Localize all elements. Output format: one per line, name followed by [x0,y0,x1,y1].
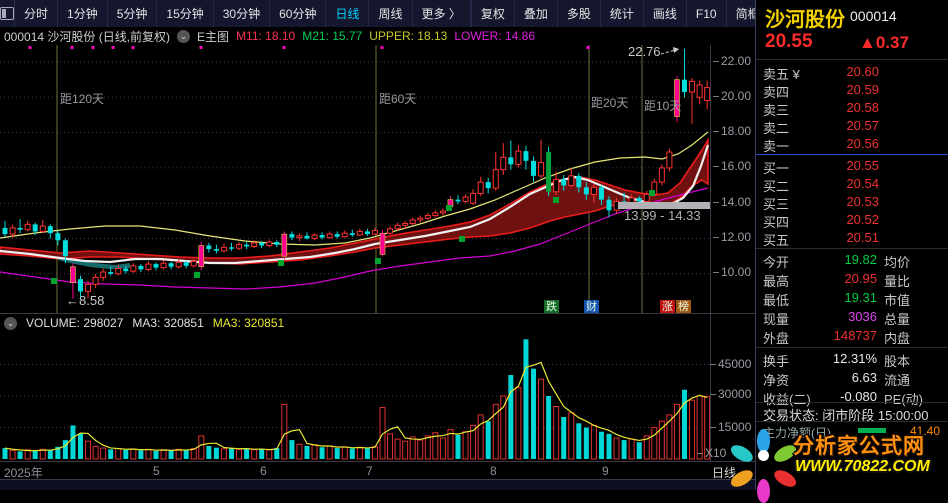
ask-row-5[interactable]: 卖五 ¥20.60 [756,63,948,82]
volume-ma3-yellow: MA3: 320851 [212,316,285,330]
ask-row-1[interactable]: 卖一 20.56 [756,135,948,154]
volume-header: ⌄ VOLUME: 298027 MA3: 320851 MA3: 320851 [0,315,710,331]
axis-label: 20.00 [712,89,752,103]
info-low: 最低 19.31 市值 [763,290,911,308]
btn-multi-stock[interactable]: 多股 [558,0,601,27]
axis-label: 10.00 [712,265,752,279]
bid-row-1[interactable]: 买一 20.55 [756,157,948,176]
tab-daily[interactable]: 日线 [326,0,370,27]
range-box-annotation: 13.99 - 14.33 [624,208,701,223]
month-label: 9 [602,464,609,478]
bid-row-3[interactable]: 买三 20.53 [756,193,948,212]
tag-fall[interactable]: 跌 [544,300,559,314]
distance-label: 距120天 [60,92,105,106]
info-high: 最高 20.95 量比 [763,271,911,289]
info-net-asset: 净资 6.63 流通 [763,370,911,388]
btn-draw-line[interactable]: 画线 [644,0,687,27]
axis-label: 18.00 [712,124,752,138]
axis-label: 15000 [709,420,752,434]
stock-code: 000014 [850,8,897,24]
btn-statistics[interactable]: 统计 [601,0,644,27]
window-layout-icon[interactable] [0,0,15,27]
ma11-value: M11: 18.10 [236,29,296,43]
volume-chart[interactable] [0,331,710,461]
volume-value: VOLUME: 298027 [26,316,124,330]
period-label: 日线 [712,466,737,480]
chart-header: 000014 沙河股份 (日线,前复权) ⌄ E主图 M11: 18.10 M2… [0,27,755,45]
ask-row-4[interactable]: 卖四 20.59 [756,81,948,100]
bid-row-4[interactable]: 买四 20.52 [756,211,948,230]
distance-label: 距20天 [591,96,629,110]
month-label: 7 [366,464,373,478]
month-label: 6 [260,464,267,478]
info-turnover: 换手 12.31% 股本 [763,351,911,369]
distance-label: 距60天 [379,92,417,106]
ask-row-3[interactable]: 卖三 20.58 [756,99,948,118]
tag-rank[interactable]: 榜 [676,300,691,314]
axis-label: 45000 [709,357,752,371]
tab-weekly[interactable]: 周线 [369,0,413,27]
ma21-value: M21: 15.77 [302,29,363,43]
axis-label: 16.00 [712,159,752,173]
tag-rise[interactable]: 涨 [660,300,675,314]
axis-label: 30000 [709,387,752,401]
tab-1min[interactable]: 1分钟 [58,0,108,27]
btn-f10[interactable]: F10 [687,0,727,27]
btn-overlay[interactable]: 叠加 [515,0,558,27]
bid-row-5[interactable]: 买五 20.51 [756,229,948,248]
price-change: ▲0.37 [859,33,909,52]
month-label: 2025年 [4,466,43,480]
info-cur-vol: 现量 3036 总量 [763,309,911,327]
distance-label: 距10天 [644,99,682,113]
tab-5min[interactable]: 5分钟 [108,0,158,27]
axis-label: 12.00 [712,230,752,244]
axis-label: 14.00 [712,195,752,209]
axis-label: 22.00 [712,54,752,68]
tag-finance[interactable]: 财 [584,300,599,314]
stock-code-name: 000014 沙河股份 (日线,前复权) [4,29,171,44]
chevron-down-icon[interactable]: ⌄ [4,316,17,330]
quote-panel: 沙河股份 000014 20.55 ▲0.37 卖五 ¥20.60 卖四 20.5… [755,0,948,490]
info-outer-vol: 外盘 148737 内盘 [763,328,911,346]
tab-15min[interactable]: 15分钟 [157,0,214,27]
lower-band-value: LOWER: 14.86 [454,29,536,43]
stock-name: 沙河股份 [765,9,845,31]
volume-ma3-white: MA3: 320851 [132,316,204,330]
volume-scale-label: X10 [696,446,727,460]
month-label: 5 [153,464,160,478]
month-label: 8 [490,464,497,478]
tab-30min[interactable]: 30分钟 [214,0,271,27]
main-flow-bar [858,428,886,433]
tab-minute[interactable]: 分时 [15,0,59,27]
upper-band-value: UPPER: 18.13 [369,29,448,43]
last-price: 20.55 [765,31,813,52]
tab-more[interactable]: 更多 〉 [413,0,471,27]
peak-price-annotation: 22.76 [628,44,661,59]
indicator-name[interactable]: E主图 [197,28,229,45]
tab-60min[interactable]: 60分钟 [270,0,327,27]
panel-divider [0,313,755,314]
axis-divider [710,45,711,461]
bid-row-2[interactable]: 买二 20.54 [756,175,948,194]
ask-row-2[interactable]: 卖二 20.57 [756,117,948,136]
main-flow-value: 41.40 [909,424,940,438]
candlestick-chart[interactable] [0,45,710,314]
btn-fuquan[interactable]: 复权 [472,0,515,27]
low-price-annotation: ←8.58 [66,293,105,308]
chevron-down-icon[interactable]: ⌄ [177,29,191,43]
top-toolbar: 分时 1分钟 5分钟 15分钟 30分钟 60分钟 日线 周线 更多 〉 复权 … [0,0,906,28]
main-flow-label: 主力净额(日) [763,426,831,440]
info-open: 今开 19.82 均价 [763,252,911,270]
